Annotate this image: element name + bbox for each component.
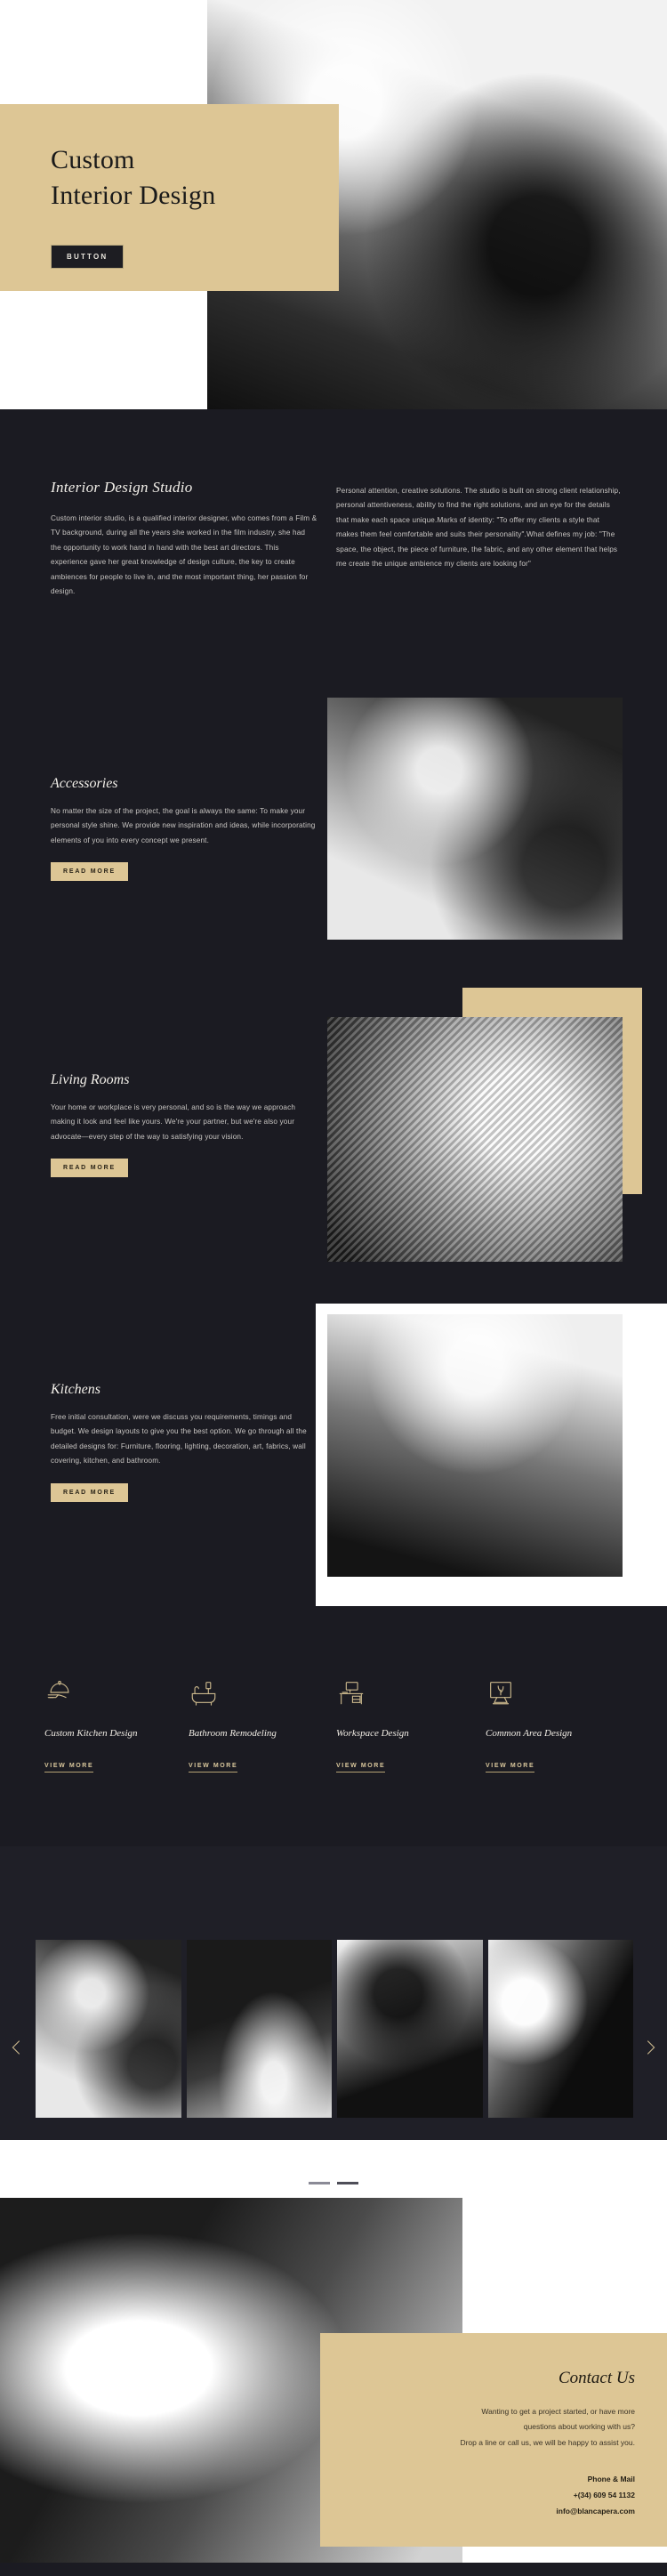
monitor-plant-icon (486, 1677, 516, 1708)
contact-details-title: Phone & Mail (587, 2475, 635, 2484)
service-bathroom-remodeling[interactable]: Bathroom Remodeling VIEW MORE (189, 1677, 331, 1773)
gallery-carousel (0, 1846, 667, 2140)
living-rooms-read-more-button[interactable]: READ MORE (51, 1159, 128, 1178)
service-label: Workspace Design (336, 1728, 409, 1739)
carousel-pagination[interactable] (0, 2182, 667, 2184)
contact-line-1: Wanting to get a project started, or hav… (481, 2407, 635, 2416)
accessories-image (327, 698, 623, 940)
accessories-read-more-button[interactable]: READ MORE (51, 862, 128, 882)
feature-accessories: Accessories No matter the size of the pr… (0, 694, 667, 988)
contact-email[interactable]: info@blancapera.com (352, 2504, 635, 2520)
page-footer-bar (0, 2563, 667, 2576)
carousel-prev-chevron-icon[interactable] (7, 2038, 27, 2057)
hero-title-line-2: Interior Design (51, 180, 216, 210)
carousel-dot[interactable] (337, 2182, 358, 2184)
kitchens-read-more-button[interactable]: READ MORE (51, 1482, 128, 1502)
intro-heading: Interior Design Studio (51, 479, 193, 496)
carousel-slide[interactable] (337, 1940, 483, 2118)
serving-tray-icon (44, 1677, 75, 1708)
page-title: Custom Interior Design (51, 142, 335, 214)
service-custom-kitchen-design[interactable]: Custom Kitchen Design VIEW MORE (44, 1677, 187, 1773)
accessories-heading: Accessories (51, 776, 118, 791)
contact-heading: Contact Us (558, 2369, 635, 2387)
feature-kitchens: Kitchens Free initial consultation, were… (0, 1304, 667, 1642)
living-rooms-image (327, 1017, 623, 1262)
carousel-track[interactable] (36, 1940, 633, 2118)
hero-cta-button[interactable]: BUTTON (51, 245, 125, 269)
carousel-next-chevron-icon[interactable] (640, 2038, 660, 2057)
landing-page: Custom Interior Design BUTTON Interior D… (0, 0, 667, 2576)
intro-left-column: Interior Design Studio Custom interior s… (51, 479, 317, 599)
living-rooms-heading: Living Rooms (51, 1072, 130, 1087)
contact-line-2: questions about working with us? (523, 2422, 635, 2432)
desk-computer-icon (336, 1677, 366, 1708)
living-rooms-text: Your home or workplace is very personal,… (51, 1103, 296, 1141)
contact-phone[interactable]: +(34) 609 54 1132 (352, 2488, 635, 2504)
dark-content: Interior Design Studio Custom interior s… (0, 409, 667, 2140)
service-label: Bathroom Remodeling (189, 1728, 277, 1739)
hero-section: Custom Interior Design BUTTON (0, 0, 667, 409)
accessories-text: No matter the size of the project, the g… (51, 807, 316, 844)
carousel-dot[interactable] (309, 2182, 330, 2184)
intro-left-text: Custom interior studio, is a qualified i… (51, 514, 317, 596)
carousel-slide[interactable] (186, 1940, 332, 2118)
service-view-more-link[interactable]: VIEW MORE (189, 1762, 238, 1773)
intro-right-text: Personal attention, creative solutions. … (336, 487, 621, 569)
contact-section: Contact Us Wanting to get a project star… (0, 2198, 667, 2576)
bathtub-shower-icon (189, 1677, 219, 1708)
contact-line-3: Drop a line or call us, we will be happy… (460, 2437, 635, 2447)
services-section: Custom Kitchen Design VIEW MORE Bathroom… (0, 1642, 667, 1846)
feature-living-rooms: Living Rooms Your home or workplace is v… (0, 988, 667, 1304)
hero-title-line-1: Custom (51, 145, 135, 174)
intro-section: Interior Design Studio Custom interior s… (0, 409, 667, 694)
service-label: Custom Kitchen Design (44, 1728, 138, 1739)
service-common-area-design[interactable]: Common Area Design VIEW MORE (486, 1677, 628, 1773)
carousel-slide[interactable] (487, 1940, 633, 2118)
kitchens-image (327, 1314, 623, 1577)
contact-details: Phone & Mail +(34) 609 54 1132 info@blan… (352, 2472, 635, 2520)
service-view-more-link[interactable]: VIEW MORE (486, 1762, 535, 1773)
service-workspace-design[interactable]: Workspace Design VIEW MORE (336, 1677, 478, 1773)
service-label: Common Area Design (486, 1728, 573, 1739)
intro-right-column: Personal attention, creative solutions. … (336, 484, 621, 571)
kitchens-heading: Kitchens (51, 1382, 100, 1397)
kitchens-text-block: Kitchens Free initial consultation, were… (51, 1382, 317, 1502)
kitchens-text: Free initial consultation, were we discu… (51, 1413, 307, 1466)
living-rooms-text-block: Living Rooms Your home or workplace is v… (51, 1072, 317, 1178)
service-view-more-link[interactable]: VIEW MORE (44, 1762, 94, 1773)
accessories-text-block: Accessories No matter the size of the pr… (51, 776, 317, 882)
service-view-more-link[interactable]: VIEW MORE (336, 1762, 386, 1773)
carousel-slide[interactable] (36, 1940, 181, 2118)
contact-card: Contact Us Wanting to get a project star… (320, 2333, 667, 2547)
